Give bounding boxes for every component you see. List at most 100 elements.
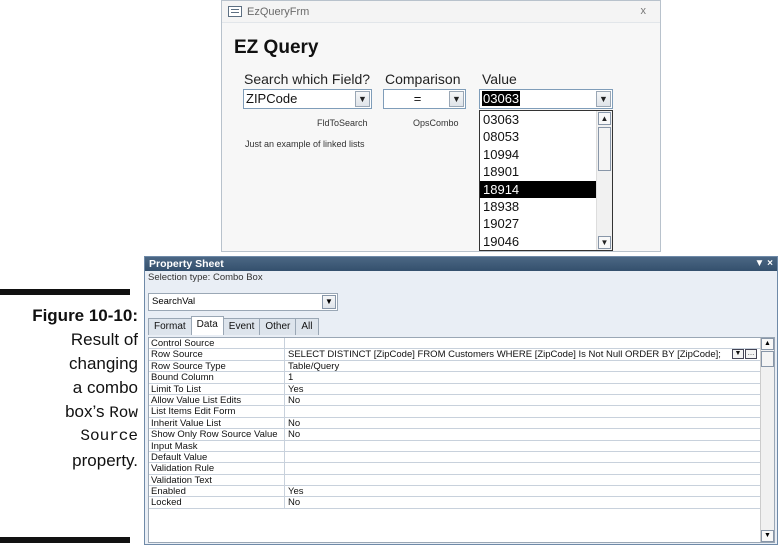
object-selector-value: SearchVal [152, 296, 196, 307]
builder-button[interactable]: … [745, 349, 757, 360]
property-row[interactable]: Allow Value List Edits No [149, 394, 774, 407]
chevron-down-icon[interactable]: ▼ [732, 349, 744, 360]
tab-event[interactable]: Event [222, 318, 261, 335]
chevron-down-icon[interactable]: ▼ [596, 91, 611, 107]
property-value[interactable]: No [285, 429, 774, 439]
scroll-thumb[interactable] [761, 351, 774, 367]
property-value-text: SELECT DISTINCT [ZipCode] FROM Customers… [288, 349, 721, 360]
property-row[interactable]: Bound Column 1 [149, 372, 774, 384]
property-grid: Control Source Row Source SELECT DISTINCT … [148, 337, 775, 543]
property-value[interactable]: Table/Query [285, 361, 774, 371]
search-field-label: Search which Field? [244, 71, 371, 87]
page-title: EZ Query [234, 37, 319, 58]
tab-all[interactable]: All [295, 318, 319, 335]
property-name: List Items Edit Form [149, 406, 285, 417]
property-row[interactable]: Enabled Yes [149, 486, 774, 498]
property-value[interactable]: Yes [285, 486, 774, 496]
dropdown-item[interactable]: 10994 [480, 146, 597, 163]
dropdown-item[interactable]: 08053 [480, 128, 597, 145]
property-name: Limit To List [149, 383, 285, 394]
property-value-text: No [288, 417, 301, 429]
scroll-up-icon[interactable]: ▲ [761, 338, 774, 350]
property-name: Row Source [149, 349, 285, 360]
property-row[interactable]: Validation Text [149, 474, 774, 487]
caption-code: Row [109, 404, 138, 422]
property-value[interactable] [285, 441, 774, 451]
property-row[interactable]: Row Source SELECT DISTINCT [ZipCode] FROM… [149, 349, 774, 361]
tab-other[interactable]: Other [259, 318, 297, 335]
dropdown-item[interactable]: 19027 [480, 215, 597, 232]
property-sheet: Property Sheet ▼ × Selection type: Combo… [144, 256, 778, 545]
property-row[interactable]: Show Only Row Source Value No [149, 429, 774, 441]
field-to-search-combo[interactable]: ZIPCode ▼ [243, 89, 372, 109]
property-value[interactable]: No [285, 497, 774, 507]
chevron-down-icon[interactable]: ▼ [449, 91, 464, 107]
property-value[interactable]: No [285, 418, 774, 428]
dropdown-item[interactable]: 18901 [480, 163, 597, 180]
property-row[interactable]: Control Source [149, 338, 774, 350]
property-name: Control Source [149, 338, 285, 349]
close-icon[interactable]: x [641, 5, 647, 17]
scroll-up-icon[interactable]: ▲ [598, 112, 611, 125]
note-text: Just an example of linked lists [245, 139, 365, 149]
dropdown-item[interactable]: 03063 [480, 111, 597, 128]
chevron-down-icon[interactable]: ▼ [322, 295, 336, 309]
property-row[interactable]: Validation Rule [149, 463, 774, 475]
dropdown-item[interactable]: 18938 [480, 198, 597, 215]
value-dropdown-list[interactable]: 03063 08053 10994 18901 18914 18938 19027 19046… [479, 110, 613, 251]
tab-data[interactable]: Data [190, 316, 224, 335]
property-value[interactable] [285, 338, 774, 348]
property-value[interactable] [285, 452, 774, 462]
property-name: Show Only Row Source Value [149, 429, 285, 440]
dropdown-item[interactable]: 19046 [480, 233, 597, 250]
property-sheet-header: Property Sheet ▼ × [145, 257, 777, 271]
property-row[interactable]: Inherit Value List No [149, 417, 774, 430]
scroll-down-icon[interactable]: ▼ [761, 530, 774, 542]
caption-line: changing [68, 354, 138, 373]
property-value[interactable] [285, 475, 774, 485]
property-value[interactable]: SELECT DISTINCT [ZipCode] FROM Customers… [285, 349, 774, 360]
caption-top-rule [0, 289, 130, 295]
property-row[interactable]: Default Value [149, 451, 774, 464]
scroll-down-icon[interactable]: ▼ [598, 236, 611, 249]
property-value[interactable]: No [285, 395, 774, 405]
property-tabs: Format Data Event Other All [148, 316, 319, 335]
grid-scrollbar[interactable]: ▲ ▼ [760, 338, 774, 542]
property-row[interactable]: Locked No [149, 497, 774, 509]
form-title-bar: EzQueryFrm x [222, 1, 660, 23]
value-combo[interactable]: 03063 ▼ [479, 89, 613, 109]
chevron-down-icon[interactable]: ▼ [355, 91, 370, 107]
property-value[interactable] [285, 463, 774, 473]
dropdown-item[interactable]: 18914 [480, 180, 597, 198]
property-name: Input Mask [149, 440, 285, 451]
caption-line: a combo [72, 378, 138, 397]
property-value[interactable]: Yes [285, 384, 774, 394]
caption-code: Source [80, 427, 138, 445]
property-row[interactable]: Row Source Type Table/Query [149, 360, 774, 373]
property-name: Row Source Type [149, 360, 285, 372]
value-label: Value [482, 71, 517, 87]
value-combo-value[interactable]: 03063 [482, 91, 521, 106]
property-value-text: No [288, 497, 301, 508]
property-value[interactable]: 1 [285, 372, 774, 382]
object-selector[interactable]: SearchVal ▼ [148, 293, 338, 311]
property-row[interactable]: List Items Edit Form [149, 406, 774, 418]
property-row[interactable]: Limit To List Yes [149, 383, 774, 395]
field-combo-name: FldToSearch [317, 118, 368, 128]
caption-line: box’s Row [65, 402, 138, 422]
field-combo-value: ZIPCode [246, 91, 298, 106]
property-value-text: No [288, 429, 301, 440]
property-row[interactable]: Input Mask [149, 440, 774, 452]
property-name: Enabled [149, 486, 285, 497]
dropdown-scrollbar[interactable]: ▲ ▼ [596, 111, 612, 250]
caption-line: property. [72, 451, 138, 470]
tab-format[interactable]: Format [148, 318, 192, 335]
ops-combo[interactable]: = ▼ [383, 89, 466, 109]
property-name: Inherit Value List [149, 417, 285, 429]
property-value[interactable] [285, 406, 774, 416]
property-name: Default Value [149, 451, 285, 463]
scroll-thumb[interactable] [598, 127, 611, 171]
row-source-buttons: ▼… [731, 349, 757, 360]
panel-controls-icon[interactable]: ▼ × [754, 257, 773, 271]
property-name: Locked [149, 497, 285, 508]
